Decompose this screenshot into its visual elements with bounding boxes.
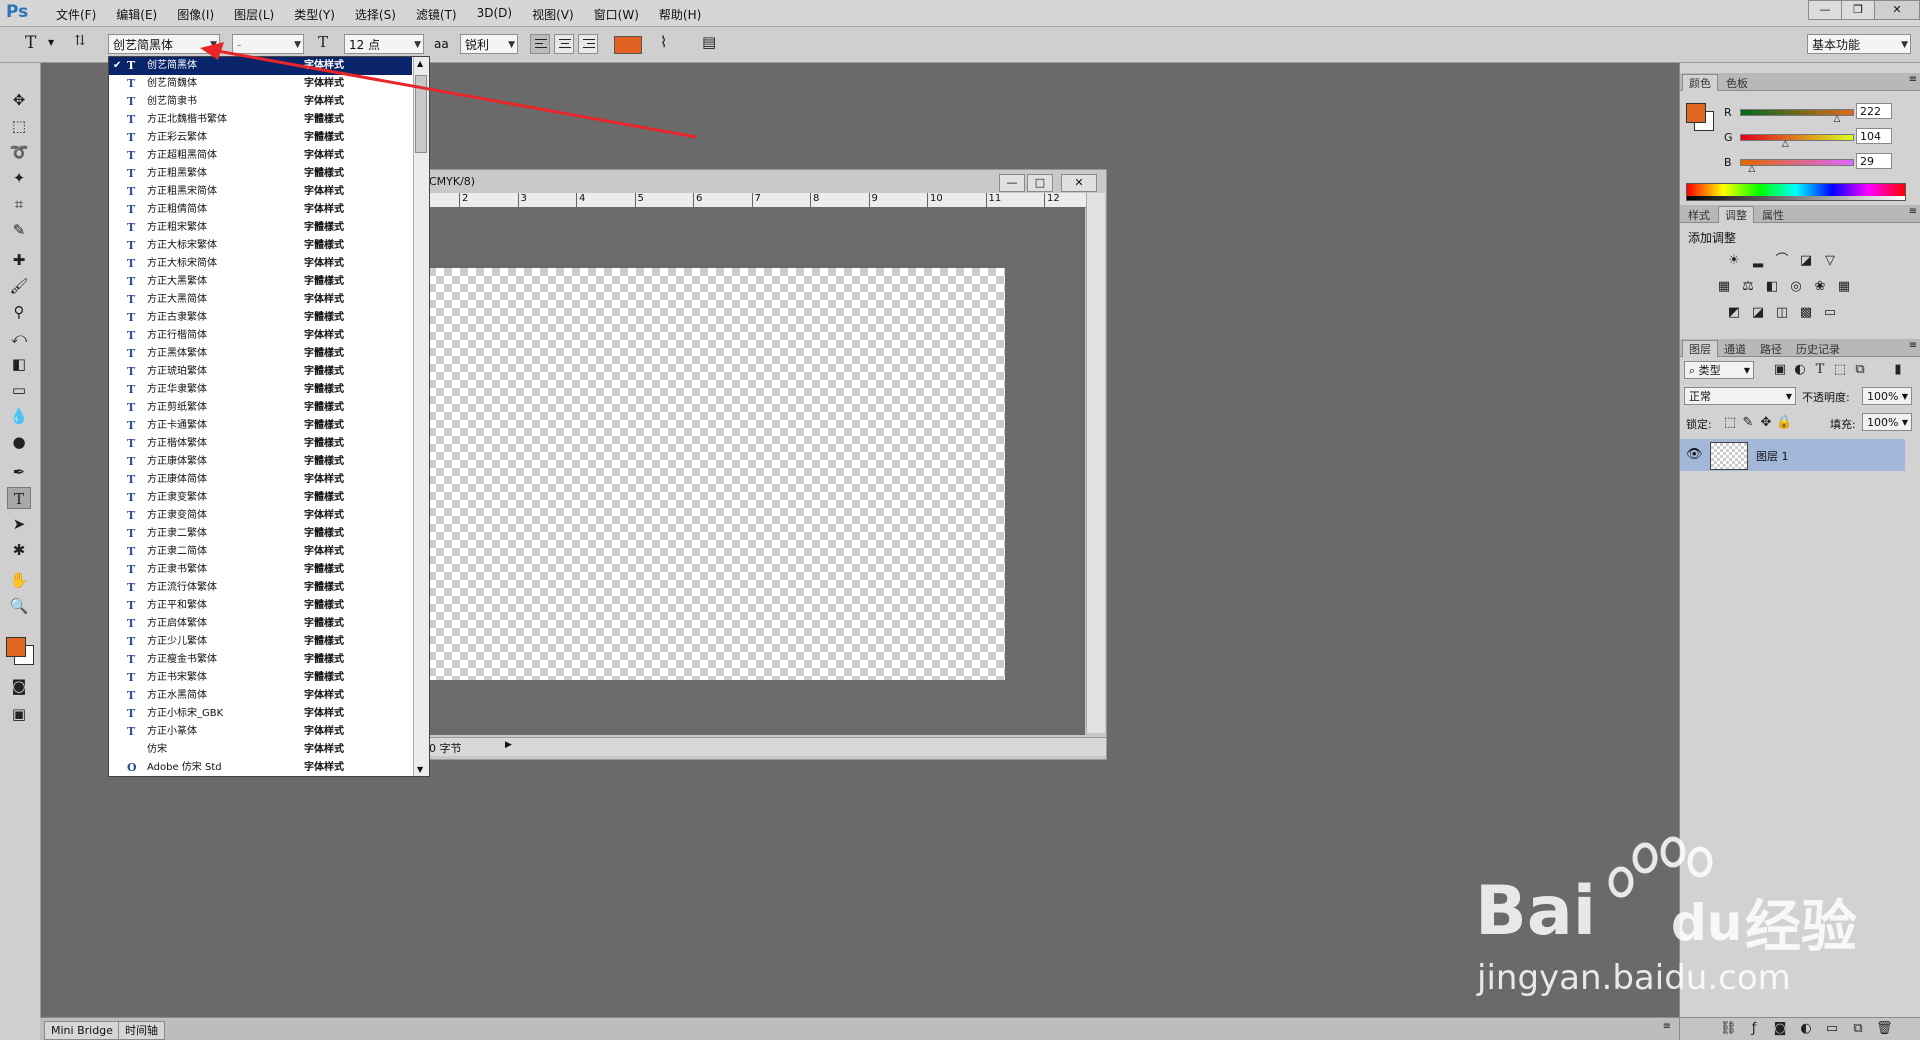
watermark-url: jingyan.baidu.com — [1477, 958, 1791, 998]
search-icon: ⌕ — [1689, 364, 1696, 377]
channel-b-slider[interactable] — [1740, 159, 1854, 166]
watermark-cn: 经验 — [1745, 895, 1857, 960]
arrow-head — [200, 42, 224, 60]
panel-menu-icon[interactable]: ≡ — [1909, 206, 1917, 217]
color-panel-tabs: 颜色 色板 ≡ — [1680, 73, 1920, 91]
chevron-down-icon: ▼ — [1901, 392, 1908, 401]
layer-thumbnail — [1710, 442, 1748, 470]
filter-type-icon[interactable]: T — [1812, 363, 1828, 377]
channel-g-slider[interactable] — [1740, 134, 1854, 141]
fill-label: 填充: — [1830, 418, 1856, 431]
eye-icon[interactable]: 👁 — [1686, 447, 1703, 462]
channel-r-label: R — [1724, 106, 1732, 119]
lock-pixels-icon[interactable]: ✎ — [1740, 416, 1756, 430]
filter-smart-icon[interactable]: ⧉ — [1852, 363, 1868, 377]
curves-icon[interactable]: ⌒ — [1774, 254, 1790, 268]
tab-styles[interactable]: 样式 — [1682, 207, 1716, 223]
layer-filter-select[interactable]: ⌕ 类型 ▼ — [1684, 361, 1754, 379]
hue-saturation-icon[interactable]: ▦ — [1716, 280, 1732, 294]
adjust-panel-tabs: 样式 调整 属性 ≡ — [1680, 205, 1920, 223]
fill-field[interactable]: 100% ▼ — [1862, 413, 1912, 431]
color-lookup-icon[interactable]: ▦ — [1836, 280, 1852, 294]
watermark-brand: Bai — [1475, 872, 1597, 951]
color-balance-icon[interactable]: ⚖ — [1740, 280, 1756, 294]
channel-g-thumb[interactable]: △ — [1782, 139, 1789, 149]
channel-b-label: B — [1724, 156, 1732, 169]
new-group-icon[interactable]: ▭ — [1824, 1022, 1840, 1036]
exposure-icon[interactable]: ◪ — [1798, 254, 1814, 268]
lock-transparent-icon[interactable]: ⬚ — [1722, 416, 1738, 430]
channel-g-label: G — [1724, 131, 1733, 144]
black-white-icon[interactable]: ◧ — [1764, 280, 1780, 294]
tab-channels[interactable]: 通道 — [1718, 341, 1752, 357]
tab-color[interactable]: 颜色 — [1682, 74, 1718, 91]
layer-name: 图层 1 — [1756, 450, 1789, 463]
chevron-down-icon: ▼ — [1785, 392, 1792, 401]
channel-b-value[interactable]: 29 — [1856, 153, 1892, 169]
blend-mode-value: 正常 — [1689, 390, 1711, 403]
layer-filter-value: 类型 — [1698, 364, 1721, 377]
panel-menu-icon[interactable]: ≡ — [1909, 74, 1917, 85]
posterize-icon[interactable]: ◪ — [1750, 306, 1766, 320]
lock-label: 锁定: — [1686, 418, 1712, 431]
tab-properties[interactable]: 属性 — [1756, 207, 1790, 223]
tab-timeline[interactable]: 时间轴 — [118, 1021, 165, 1040]
threshold-icon[interactable]: ◫ — [1774, 306, 1790, 320]
baidu-jingyan-watermark: Bai du 经验 jingyan.baidu.com — [1475, 832, 1915, 1002]
tab-layers[interactable]: 图层 — [1682, 340, 1718, 357]
channel-g-value[interactable]: 104 — [1856, 128, 1892, 144]
color-ramp-gray — [1687, 196, 1905, 200]
fill-value: 100% — [1867, 416, 1899, 429]
channel-r-thumb[interactable]: △ — [1833, 114, 1840, 124]
opacity-label: 不透明度: — [1802, 391, 1850, 404]
vibrance-icon[interactable]: ▽ — [1822, 254, 1838, 268]
filter-shape-icon[interactable]: ⬚ — [1832, 363, 1848, 377]
tab-history[interactable]: 历史记录 — [1790, 341, 1846, 357]
color-ramp[interactable] — [1686, 183, 1906, 201]
tab-paths[interactable]: 路径 — [1754, 341, 1788, 357]
chevron-down-icon: ▼ — [1901, 418, 1908, 427]
bottom-panel-bar: Mini Bridge 时间轴 ≡ — [40, 1017, 1679, 1040]
blend-mode-select[interactable]: 正常 ▼ — [1684, 387, 1796, 405]
layers-panel-tabs: 图层 通道 路径 历史记录 ≡ — [1680, 339, 1920, 357]
opacity-field[interactable]: 100% ▼ — [1862, 387, 1912, 405]
watermark-brand2: du — [1671, 894, 1743, 952]
chevron-down-icon: ▼ — [1743, 366, 1750, 375]
invert-icon[interactable]: ◩ — [1726, 306, 1742, 320]
delete-layer-icon[interactable]: 🗑 — [1876, 1022, 1893, 1036]
arrow-line — [211, 48, 697, 139]
lock-position-icon[interactable]: ✥ — [1758, 416, 1774, 430]
panel-menu-icon[interactable]: ≡ — [1909, 340, 1917, 351]
link-layers-icon[interactable]: ⛓ — [1720, 1022, 1737, 1036]
tab-mini-bridge[interactable]: Mini Bridge — [44, 1021, 120, 1040]
opacity-value: 100% — [1867, 390, 1899, 403]
layer-style-icon[interactable]: ƒ — [1746, 1022, 1762, 1036]
color-panel-fg-swatch[interactable] — [1686, 103, 1706, 123]
channel-b-thumb[interactable]: △ — [1748, 164, 1755, 174]
selective-color-icon[interactable]: ▩ — [1798, 306, 1814, 320]
new-adjustment-icon[interactable]: ◐ — [1798, 1022, 1814, 1036]
brightness-icon[interactable]: ☀ — [1726, 254, 1742, 268]
tab-adjustments[interactable]: 调整 — [1718, 206, 1754, 223]
gradient-map-icon[interactable]: ▭ — [1822, 306, 1838, 320]
channel-mixer-icon[interactable]: ❀ — [1812, 280, 1828, 294]
add-mask-icon[interactable]: ◙ — [1772, 1022, 1788, 1036]
adjust-panel-title: 添加调整 — [1688, 231, 1737, 245]
layers-footer: ⛓ ƒ ◙ ◐ ▭ ⧉ 🗑 — [1680, 1017, 1920, 1040]
photo-filter-icon[interactable]: ◎ — [1788, 280, 1804, 294]
foreground-color-swatch[interactable] — [6, 637, 26, 657]
lock-all-icon[interactable]: 🔒 — [1776, 416, 1792, 430]
levels-icon[interactable]: ▂ — [1750, 254, 1766, 268]
tab-swatches[interactable]: 色板 — [1720, 75, 1754, 91]
panel-menu-icon[interactable]: ≡ — [1663, 1021, 1671, 1032]
filter-pixel-icon[interactable]: ▣ — [1772, 363, 1788, 377]
new-layer-icon[interactable]: ⧉ — [1850, 1022, 1866, 1036]
channel-r-value[interactable]: 222 — [1856, 103, 1892, 119]
filter-adjust-icon[interactable]: ◐ — [1792, 363, 1808, 377]
filter-toggle-icon[interactable]: ▮ — [1890, 363, 1906, 377]
layer-row[interactable]: 👁 图层 1 — [1680, 439, 1905, 471]
